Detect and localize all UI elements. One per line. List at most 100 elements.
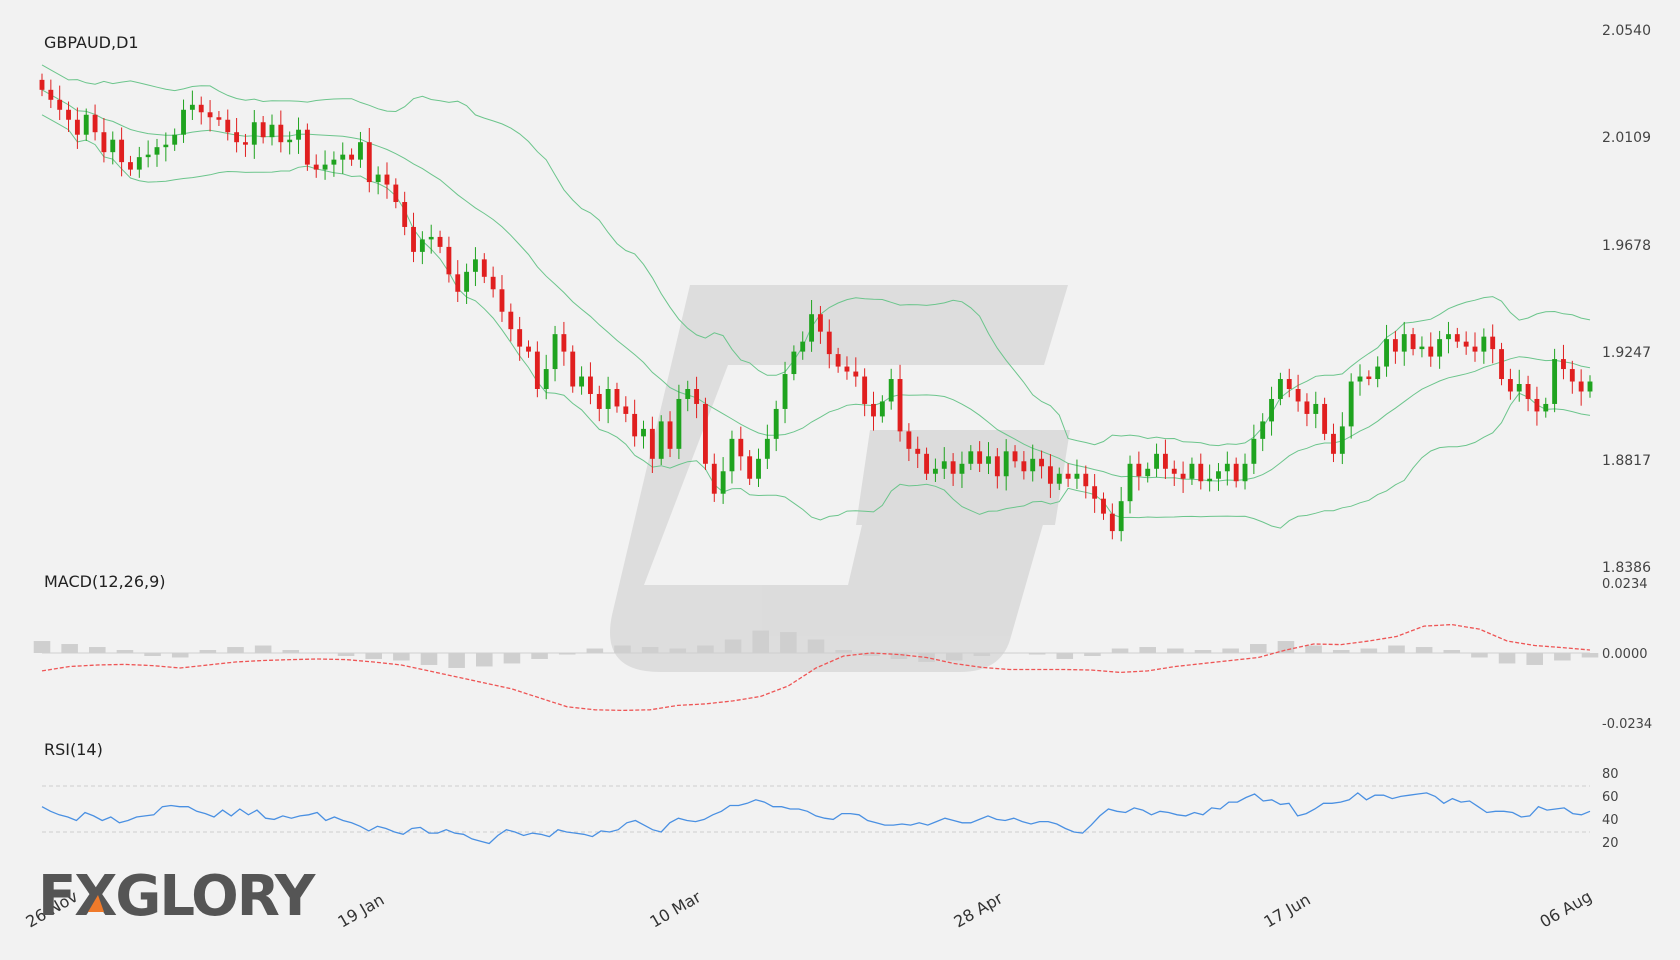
candle-body bbox=[1543, 403, 1549, 412]
candle-body bbox=[473, 259, 478, 272]
candle-body bbox=[1189, 463, 1195, 479]
candle-body bbox=[234, 132, 240, 143]
macd-histogram-bar bbox=[88, 647, 106, 653]
candle-body bbox=[136, 157, 142, 170]
candle-body bbox=[128, 162, 133, 170]
candle-body bbox=[419, 239, 425, 252]
price-tick-3: 1.9247 bbox=[1602, 345, 1651, 361]
macd-histogram-bar bbox=[1084, 653, 1101, 656]
macd-histogram-bar bbox=[1415, 647, 1433, 653]
macd-histogram-bar bbox=[1111, 648, 1129, 653]
candle-body bbox=[455, 274, 461, 292]
logo-text: FXGLORY bbox=[38, 864, 317, 929]
date-label-1: 19 Jan bbox=[335, 890, 388, 932]
candle-body bbox=[1092, 486, 1098, 499]
candle-body bbox=[1534, 398, 1540, 412]
candle-body bbox=[729, 438, 735, 472]
candle-body bbox=[1056, 473, 1062, 484]
candle-body bbox=[163, 144, 169, 148]
candle-body bbox=[817, 314, 823, 332]
macd-histogram-bar bbox=[945, 653, 963, 661]
candle-body bbox=[207, 112, 213, 118]
candle-body bbox=[331, 159, 337, 165]
candle-body bbox=[349, 154, 355, 160]
macd-histogram-bar bbox=[973, 653, 991, 656]
candle-body bbox=[552, 334, 558, 370]
candle-body bbox=[702, 403, 708, 464]
macd-histogram-bar bbox=[1554, 653, 1571, 661]
macd-histogram-bar bbox=[337, 653, 355, 656]
candle-body bbox=[1578, 381, 1584, 392]
candle-body bbox=[853, 371, 859, 377]
candle-body bbox=[800, 341, 806, 352]
candle-body bbox=[384, 174, 390, 185]
candle-body bbox=[110, 139, 116, 153]
chart-svg: GBPAUD,D1 MACD(12,26,9) RSI(14) 2.0540 2… bbox=[23, 23, 1653, 932]
macd-histogram-bar bbox=[475, 653, 493, 667]
candle-body bbox=[596, 393, 602, 409]
candle-body bbox=[1003, 451, 1009, 477]
candle-body bbox=[1269, 398, 1274, 422]
macd-histogram-bar bbox=[1194, 650, 1212, 653]
macd-histogram-bar bbox=[724, 639, 742, 653]
candle-body bbox=[1065, 473, 1071, 479]
candle-body bbox=[1304, 401, 1310, 414]
logo-g-shape-icon bbox=[610, 285, 1070, 672]
macd-histogram-bar bbox=[1305, 645, 1322, 653]
candle-body bbox=[1552, 359, 1558, 404]
candle-body bbox=[1401, 334, 1407, 352]
candle-body bbox=[1587, 381, 1593, 392]
macd-histogram-bar bbox=[614, 645, 631, 653]
candle-body bbox=[667, 421, 673, 449]
candle-body bbox=[402, 202, 408, 227]
candle-body bbox=[1047, 466, 1053, 484]
macd-histogram-bar bbox=[780, 632, 797, 653]
candle-body bbox=[1030, 458, 1036, 472]
macd-histogram-bar bbox=[199, 650, 217, 653]
candle-body bbox=[1516, 384, 1522, 392]
macd-histogram-bar bbox=[531, 653, 548, 659]
candle-body bbox=[561, 334, 567, 352]
candle-body bbox=[1392, 339, 1398, 352]
date-label-3: 28 Apr bbox=[951, 888, 1007, 931]
macd-histogram-bar bbox=[365, 653, 383, 659]
candle-body bbox=[1136, 463, 1142, 477]
candle-body bbox=[251, 122, 257, 145]
candle-body bbox=[269, 124, 275, 138]
macd-histogram-bar bbox=[586, 648, 604, 653]
macd-tick-2: -0.0234 bbox=[1602, 717, 1652, 732]
candle-body bbox=[809, 314, 815, 342]
macd-histogram-bar bbox=[641, 647, 659, 653]
candle-body bbox=[464, 271, 470, 292]
candle-body bbox=[304, 129, 310, 165]
candle-body bbox=[950, 461, 956, 474]
candle-body bbox=[1224, 463, 1230, 472]
candle-body bbox=[145, 154, 151, 158]
candle-body bbox=[446, 246, 452, 275]
candle-body bbox=[437, 236, 443, 247]
candle-body bbox=[1446, 334, 1451, 340]
rsi-panel bbox=[41, 785, 1591, 845]
candle-body bbox=[296, 129, 301, 140]
candle-body bbox=[676, 398, 682, 449]
candle-body bbox=[260, 122, 266, 138]
candle-body bbox=[1260, 421, 1266, 439]
candle-body bbox=[1101, 498, 1106, 514]
candle-body bbox=[623, 406, 629, 414]
macd-histogram-bar bbox=[807, 639, 825, 653]
candle-body bbox=[1012, 451, 1018, 462]
macd-histogram-bar bbox=[697, 645, 714, 653]
candle-body bbox=[897, 379, 903, 432]
candle-body bbox=[1419, 346, 1425, 350]
candle-body bbox=[172, 134, 178, 145]
candle-body bbox=[101, 132, 107, 153]
macd-histogram-bar bbox=[144, 653, 161, 656]
candle-body bbox=[287, 139, 293, 143]
candle-body bbox=[844, 366, 850, 372]
candle-body bbox=[756, 458, 761, 479]
main-chart-title: GBPAUD,D1 bbox=[44, 33, 139, 52]
candle-body bbox=[649, 428, 655, 459]
candle-body bbox=[1145, 468, 1151, 477]
candle-body bbox=[66, 109, 71, 120]
candle-body bbox=[1251, 438, 1257, 464]
